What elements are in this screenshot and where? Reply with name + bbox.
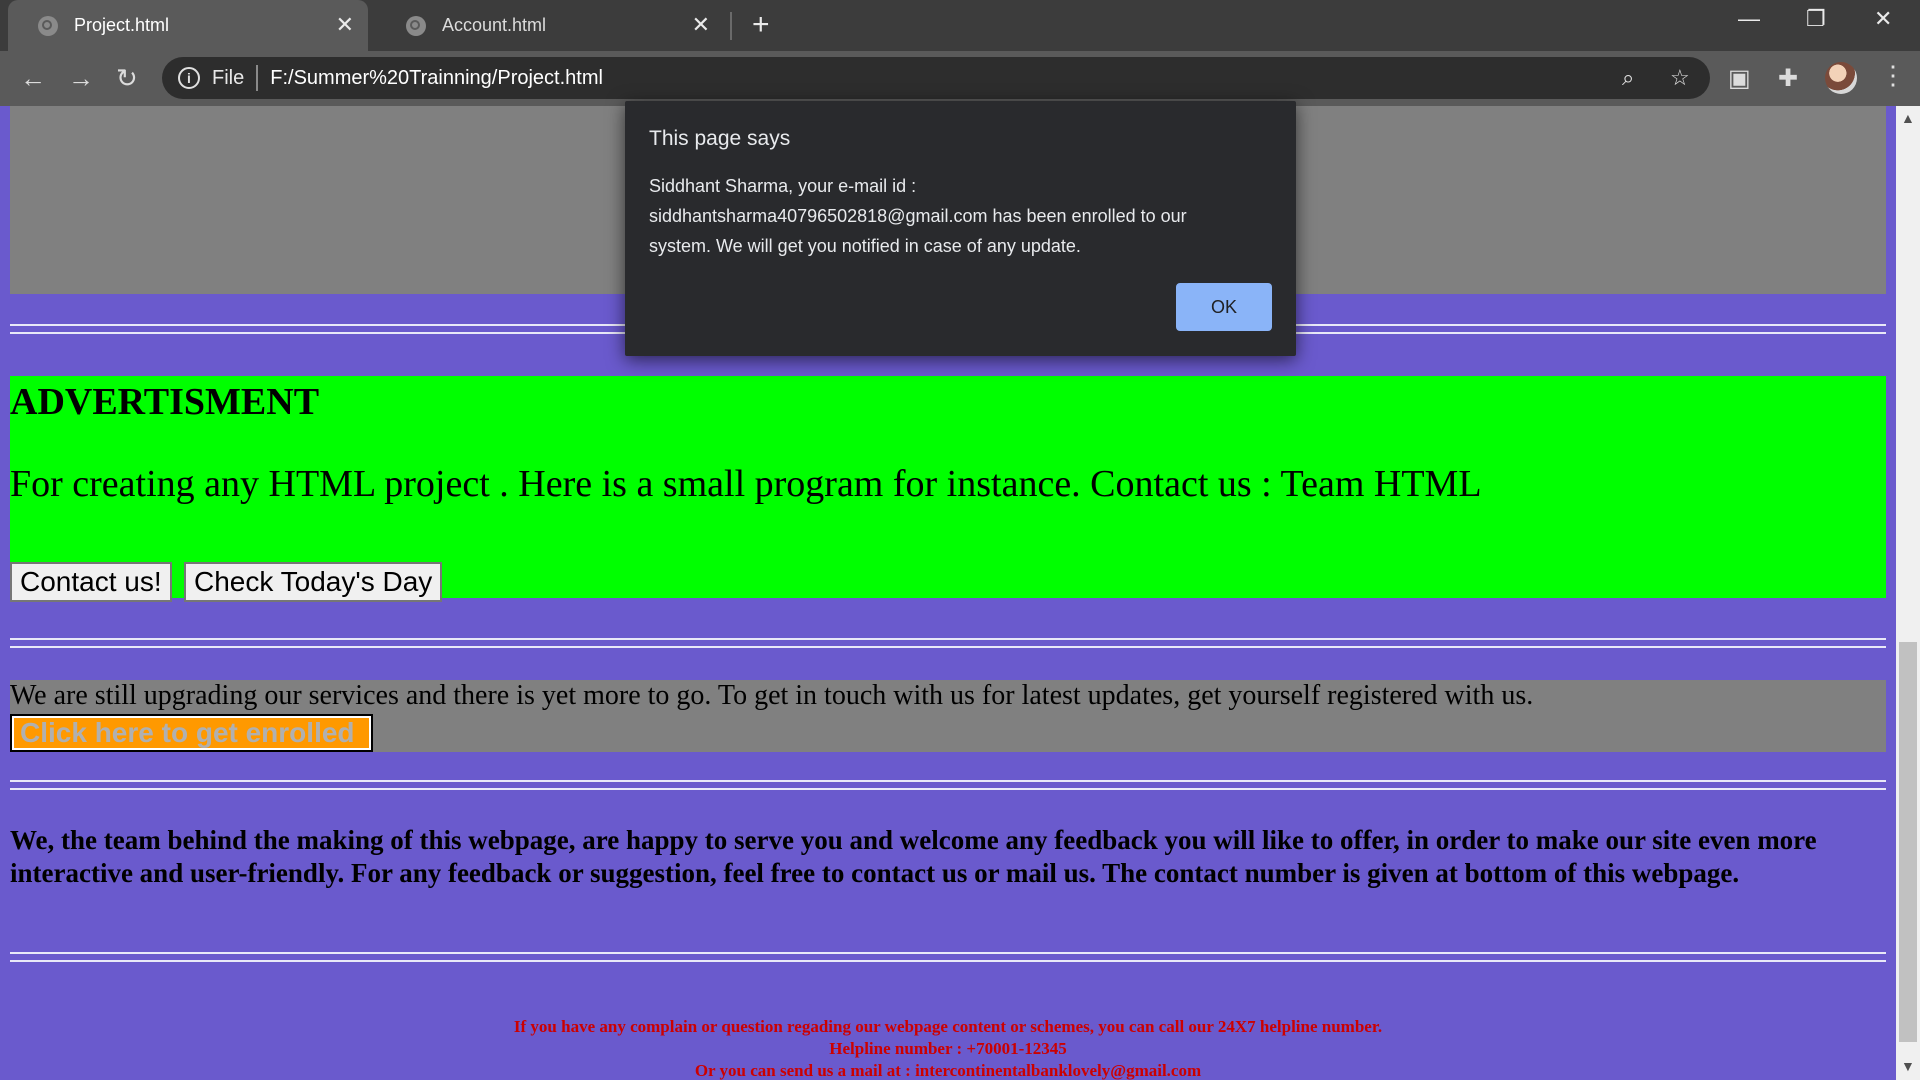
team-feedback-text: We, the team behind the making of this w… — [10, 825, 1817, 888]
kebab-menu-icon[interactable]: ⋮ — [1880, 60, 1906, 91]
minimize-icon[interactable]: — — [1738, 6, 1760, 32]
globe-icon — [38, 15, 58, 36]
url-text[interactable]: F:/Summer%20Trainning/Project.html — [270, 67, 603, 90]
scrollbar-thumb[interactable] — [1899, 642, 1917, 1042]
check-day-button[interactable]: Check Today's Day — [184, 562, 443, 602]
scheme-label: File — [212, 66, 245, 89]
bookmark-star-icon[interactable]: ☆ — [1670, 65, 1690, 91]
address-bar[interactable]: i File F:/Summer%20Trainning/Project.htm… — [162, 57, 1710, 99]
ad-text: For creating any HTML project . Here is … — [10, 463, 1482, 505]
reload-icon[interactable]: ↻ — [116, 63, 138, 94]
helpline-number: Helpline number : +70001-12345 — [829, 1039, 1067, 1058]
close-tab-icon[interactable]: ✕ — [692, 12, 710, 38]
profile-avatar[interactable] — [1825, 62, 1857, 94]
tab-strip: Project.html ✕ Account.html ✕ + — ❐ ✕ — [0, 0, 1920, 51]
tab-title: Project.html — [74, 15, 170, 35]
info-icon[interactable]: i — [178, 67, 200, 89]
divider — [10, 952, 1886, 962]
footer-email: Or you can send us a mail at : intercont… — [694, 1061, 1202, 1080]
restore-icon[interactable]: ❐ — [1806, 6, 1826, 32]
upgrade-text: We are still upgrading our services and … — [10, 680, 1534, 711]
enroll-button[interactable]: Click here to get enrolled — [10, 714, 373, 752]
dialog-title: This page says — [649, 127, 791, 150]
advertisement-section: ADVERTISMENT For creating any HTML proje… — [10, 376, 1886, 602]
pdf-extension-icon[interactable]: ▣ — [1728, 64, 1751, 93]
zoom-icon[interactable]: ⌕ — [1622, 65, 1634, 91]
footer-line: If you have any complain or question reg… — [513, 1017, 1383, 1036]
dialog-message: Siddhant Sharma, your e-mail id : siddha… — [649, 176, 1187, 256]
new-tab-icon[interactable]: + — [752, 8, 770, 42]
tab-project[interactable]: Project.html ✕ — [8, 0, 368, 51]
divider — [10, 780, 1886, 790]
tab-title: Account.html — [442, 15, 547, 35]
close-tab-icon[interactable]: ✕ — [336, 12, 354, 38]
tab-account[interactable]: Account.html ✕ — [376, 0, 724, 51]
ok-button[interactable]: OK — [1176, 283, 1272, 331]
globe-icon — [406, 15, 426, 36]
puzzle-extensions-icon[interactable]: ✚ — [1778, 64, 1798, 93]
forward-arrow-icon[interactable]: → — [68, 63, 94, 94]
back-arrow-icon[interactable]: ← — [20, 63, 46, 94]
ad-title: ADVERTISMENT — [10, 381, 320, 423]
footer-contact: If you have any complain or question reg… — [0, 1016, 1896, 1080]
contact-us-button[interactable]: Contact us! — [10, 562, 172, 602]
alert-dialog: This page says Siddhant Sharma, your e-m… — [625, 101, 1296, 356]
tab-separator — [730, 12, 732, 40]
divider — [10, 638, 1886, 648]
upgrade-section: We are still upgrading our services and … — [10, 680, 1886, 752]
address-separator — [256, 65, 259, 91]
window-close-icon[interactable]: ✕ — [1874, 6, 1892, 32]
scroll-down-arrow-icon[interactable]: ▼ — [1901, 1058, 1915, 1074]
scroll-up-arrow-icon[interactable]: ▲ — [1901, 110, 1915, 126]
